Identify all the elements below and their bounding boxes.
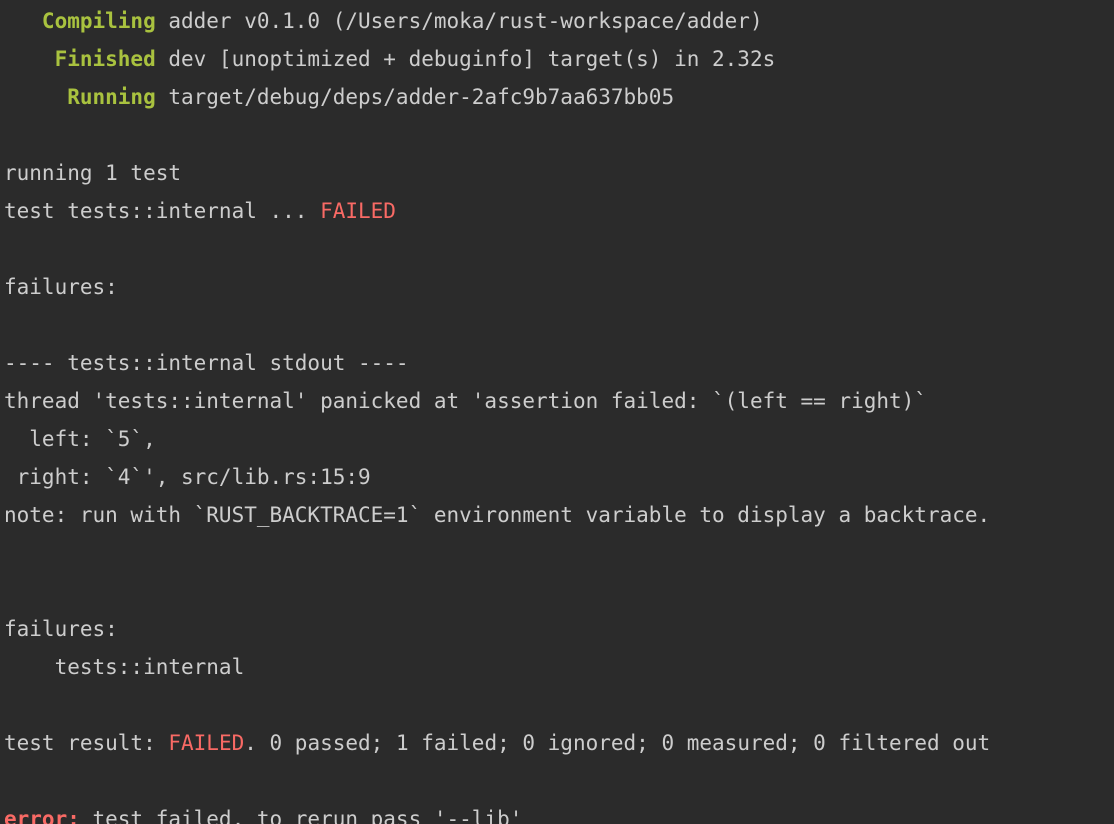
test-internal-name-text: test tests::internal ... <box>4 199 321 223</box>
test-result-status-badge: FAILED <box>168 731 245 755</box>
terminal-line-running: Running target/debug/deps/adder-2afc9b7a… <box>0 78 1114 116</box>
terminal-line-compiling: Compiling adder v0.1.0 (/Users/moka/rust… <box>0 2 1114 40</box>
failures-header-text: failures: <box>4 275 118 299</box>
assert-left-value-text: left: `5`, <box>4 427 156 451</box>
finished-detail-text: dev [unoptimized + debuginfo] target(s) … <box>155 47 776 71</box>
panic-message-text: thread 'tests::internal' panicked at 'as… <box>4 389 927 413</box>
cargo-status-compiling: Compiling <box>4 9 156 33</box>
terminal-line-test-result-summary: test result: FAILED. 0 passed; 1 failed;… <box>0 724 1114 762</box>
test-internal-status-badge: FAILED <box>320 199 396 223</box>
terminal-line-panic-message: thread 'tests::internal' panicked at 'as… <box>0 382 1114 420</box>
terminal-line-test-internal: test tests::internal ... FAILED <box>0 192 1114 230</box>
test-result-prefix-text: test result: <box>4 731 169 755</box>
error-label-badge: error: <box>4 807 80 824</box>
terminal-line-running-tests: running 1 test <box>0 154 1114 192</box>
terminal-line-failures-header-second: failures: <box>0 610 1114 648</box>
terminal-line-stdout-header: ---- tests::internal stdout ---- <box>0 344 1114 382</box>
failures-header-text: failures: <box>4 617 118 641</box>
test-result-counts-text: . 0 passed; 1 failed; 0 ignored; 0 measu… <box>244 731 991 755</box>
running-detail-text: target/debug/deps/adder-2afc9b7aa637bb05 <box>155 85 675 109</box>
terminal-line-finished: Finished dev [unoptimized + debuginfo] t… <box>0 40 1114 78</box>
terminal-line-failed-test-item: tests::internal <box>0 648 1114 686</box>
compiling-detail-text: adder v0.1.0 (/Users/moka/rust-workspace… <box>155 9 763 33</box>
cargo-status-running: Running <box>4 85 156 109</box>
assert-right-value-text: right: `4`', src/lib.rs:15:9 <box>4 465 371 489</box>
error-detail-text: test failed, to rerun pass '--lib' <box>79 807 523 824</box>
backtrace-note-text: note: run with `RUST_BACKTRACE=1` enviro… <box>4 503 991 527</box>
terminal-line-failures-header-first: failures: <box>0 268 1114 306</box>
terminal-line-assert-left: left: `5`, <box>0 420 1114 458</box>
terminal-line-backtrace-note: note: run with `RUST_BACKTRACE=1` enviro… <box>0 496 1114 534</box>
failed-test-name-text: tests::internal <box>4 655 245 679</box>
cargo-status-finished: Finished <box>4 47 156 71</box>
terminal-line-error: error: test failed, to rerun pass '--lib… <box>0 800 1114 824</box>
terminal-line-assert-right: right: `4`', src/lib.rs:15:9 <box>0 458 1114 496</box>
running-tests-text: running 1 test <box>4 161 182 185</box>
stdout-header-text: ---- tests::internal stdout ---- <box>4 351 409 375</box>
terminal-output-pane[interactable]: Compiling adder v0.1.0 (/Users/moka/rust… <box>0 0 1114 824</box>
